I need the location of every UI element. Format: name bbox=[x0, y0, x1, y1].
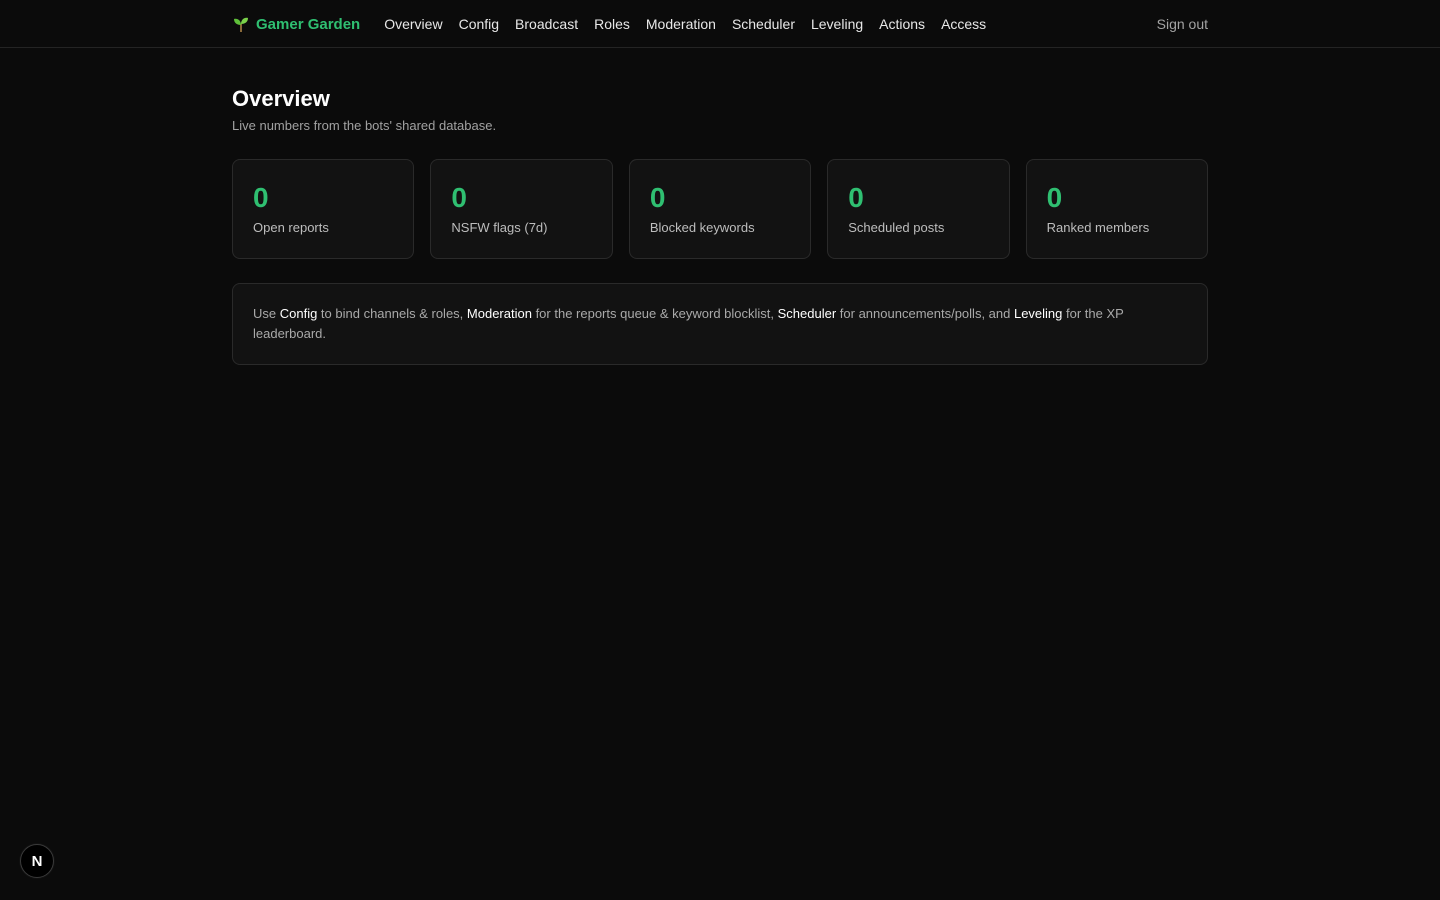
sprout-icon bbox=[234, 17, 248, 32]
nav-item-moderation[interactable]: Moderation bbox=[646, 16, 716, 32]
stat-label: Blocked keywords bbox=[649, 220, 755, 235]
sign-out-button[interactable]: Sign out bbox=[1157, 16, 1208, 32]
help-keyword-moderation: Moderation bbox=[466, 306, 532, 321]
stat-label: Ranked members bbox=[1046, 220, 1150, 235]
help-keyword-config: Config bbox=[279, 306, 318, 321]
next-dev-tools-button[interactable]: N bbox=[20, 844, 54, 878]
nav-item-roles[interactable]: Roles bbox=[594, 16, 630, 32]
stat-label: Scheduled posts bbox=[848, 220, 945, 235]
brand-name: Gamer Garden bbox=[256, 15, 361, 33]
nav-item-access[interactable]: Access bbox=[941, 16, 986, 32]
brand-link[interactable]: Gamer Garden bbox=[232, 15, 360, 33]
page-subtitle: Live numbers from the bots' shared datab… bbox=[232, 118, 497, 133]
stat-value: 0 bbox=[848, 182, 864, 213]
help-keyword-scheduler: Scheduler bbox=[777, 306, 837, 321]
nav-item-overview[interactable]: Overview bbox=[384, 16, 442, 32]
nav-item-config[interactable]: Config bbox=[459, 16, 499, 32]
nav-item-actions[interactable]: Actions bbox=[879, 16, 925, 32]
stat-card-scheduled-posts: 0 Scheduled posts bbox=[827, 159, 1010, 259]
stat-label: Open reports bbox=[253, 220, 329, 235]
stat-value: 0 bbox=[649, 182, 666, 213]
stat-value: 0 bbox=[253, 182, 269, 213]
main-nav: Overview Config Broadcast Roles Moderati… bbox=[384, 16, 986, 32]
help-text: for the reports queue & keyword blocklis… bbox=[531, 306, 778, 321]
stat-label: NSFW flags (7d) bbox=[451, 220, 548, 235]
nav-item-leveling[interactable]: Leveling bbox=[811, 16, 863, 32]
stat-card-open-reports: 0 Open reports bbox=[232, 159, 415, 259]
stat-card-ranked-members: 0 Ranked members bbox=[1025, 159, 1209, 259]
help-text: to bind channels & roles, bbox=[317, 306, 467, 321]
page-title: Overview bbox=[232, 86, 330, 111]
stat-card-nsfw-flags: 0 NSFW flags (7d) bbox=[430, 159, 613, 259]
stat-value: 0 bbox=[1046, 182, 1063, 213]
help-keyword-leveling: Leveling bbox=[1013, 306, 1063, 321]
nav-item-broadcast[interactable]: Broadcast bbox=[515, 16, 578, 32]
top-navbar: Gamer Garden Overview Config Broadcast R… bbox=[0, 0, 1440, 48]
stat-value: 0 bbox=[451, 182, 467, 213]
main-content: Overview Live numbers from the bots' sha… bbox=[232, 48, 1209, 365]
nav-item-scheduler[interactable]: Scheduler bbox=[732, 16, 795, 32]
help-text: Use bbox=[253, 306, 280, 321]
stats-row: 0 Open reports 0 NSFW flags (7d) 0 Block… bbox=[232, 159, 1209, 259]
help-text: for announcements/polls, and bbox=[836, 306, 1014, 321]
navbar-inner: Gamer Garden Overview Config Broadcast R… bbox=[232, 0, 1208, 48]
help-text-card: Use Config to bind channels & roles, Mod… bbox=[232, 283, 1208, 365]
stat-card-blocked-keywords: 0 Blocked keywords bbox=[628, 159, 812, 259]
